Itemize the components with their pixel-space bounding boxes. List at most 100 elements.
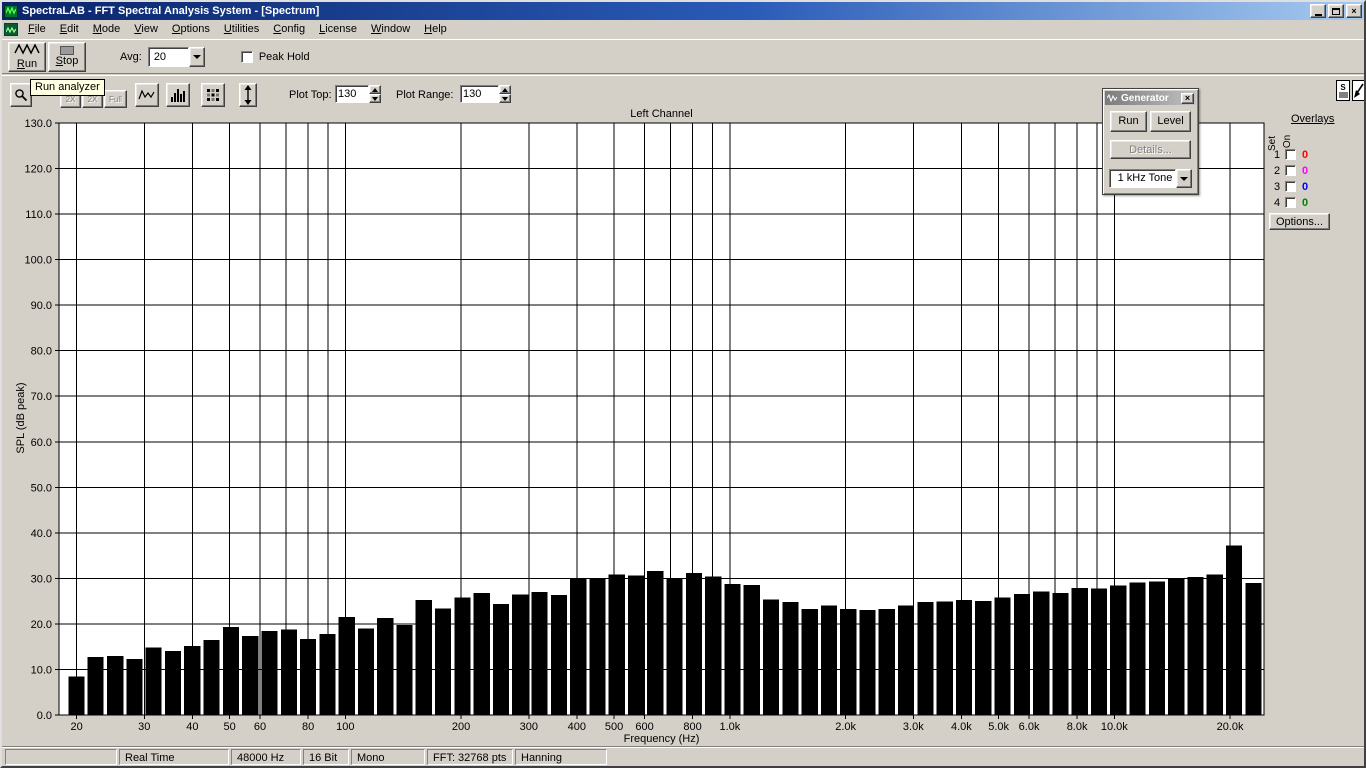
bar-plot-icon xyxy=(171,89,185,102)
run-waveform-icon xyxy=(14,43,40,58)
generator-signal-arrow[interactable] xyxy=(1176,169,1192,188)
generator-level-button[interactable]: Level xyxy=(1150,111,1191,132)
overlay-2-checkbox[interactable] xyxy=(1285,165,1296,176)
svg-text:300: 300 xyxy=(520,721,538,733)
svg-text:30.0: 30.0 xyxy=(31,573,52,585)
peak-hold-checkbox[interactable] xyxy=(240,50,253,63)
overlay-1-checkbox[interactable] xyxy=(1285,149,1296,160)
svg-text:100.0: 100.0 xyxy=(24,255,52,267)
avg-dropdown-value: 20 xyxy=(147,46,189,67)
title-bar: SpectraLAB - FFT Spectral Analysis Syste… xyxy=(2,2,1364,20)
svg-text:120.0: 120.0 xyxy=(24,164,52,176)
svg-text:400: 400 xyxy=(568,721,586,733)
overlays-on-header: On xyxy=(1282,134,1294,149)
overlay-4-checkbox[interactable] xyxy=(1285,197,1296,208)
spectrum-window-icon[interactable] xyxy=(4,23,18,36)
overlay-2-number: 2 xyxy=(1273,165,1281,177)
status-bit-depth: 16 Bit xyxy=(303,748,349,765)
avg-label: Avg: xyxy=(120,50,142,63)
svg-text:3.0k: 3.0k xyxy=(903,721,924,733)
svg-text:10.0: 10.0 xyxy=(31,664,52,676)
overlays-options-button[interactable]: Options... xyxy=(1269,213,1330,230)
spinner-down-icon[interactable] xyxy=(369,94,381,103)
plot-range-spinner[interactable] xyxy=(499,85,511,103)
menu-bar: File Edit Mode View Options Utilities Co… xyxy=(2,20,1364,39)
generator-title-bar[interactable]: Generator × xyxy=(1105,91,1196,105)
spectrum-view-button[interactable] xyxy=(166,83,190,107)
maximize-button[interactable] xyxy=(1328,4,1344,18)
svg-text:90.0: 90.0 xyxy=(31,300,52,312)
amplitude-scale-button[interactable] xyxy=(239,83,257,107)
svg-text:200: 200 xyxy=(452,721,470,733)
y-axis-label: SPL (dB peak) xyxy=(15,382,27,454)
app-window: SpectraLAB - FFT Spectral Analysis Syste… xyxy=(0,0,1366,768)
time-series-view-button[interactable] xyxy=(135,83,159,107)
chevron-down-icon xyxy=(192,54,201,59)
maximize-icon xyxy=(1332,7,1340,15)
stop-button[interactable]: Stop xyxy=(48,41,86,72)
overlay-3-checkbox[interactable] xyxy=(1285,181,1296,192)
minimize-icon xyxy=(1314,13,1322,16)
overlay-4-number: 4 xyxy=(1273,197,1281,209)
svg-text:50.0: 50.0 xyxy=(31,482,52,494)
svg-text:10.0k: 10.0k xyxy=(1101,721,1128,733)
svg-text:80: 80 xyxy=(302,721,314,733)
svg-text:2.0k: 2.0k xyxy=(835,721,856,733)
main-toolbar: Run Stop Avg: 20 Peak Hold xyxy=(2,39,1364,74)
zoom-tool-button[interactable] xyxy=(10,83,32,107)
menu-file[interactable]: File xyxy=(21,21,53,38)
svg-text:70.0: 70.0 xyxy=(31,391,52,403)
svg-text:Left Channel: Left Channel xyxy=(630,108,692,120)
close-button[interactable]: × xyxy=(1346,4,1362,18)
menu-config[interactable]: Config xyxy=(266,21,312,38)
spinner-up-icon[interactable] xyxy=(499,85,511,94)
plot-top-spinner[interactable] xyxy=(369,85,381,103)
spectrogram-view-button[interactable] xyxy=(201,83,225,107)
generator-details-button[interactable]: Details... xyxy=(1110,140,1191,159)
svg-text:60: 60 xyxy=(254,721,266,733)
menu-view[interactable]: View xyxy=(127,21,165,38)
plot-top-label: Plot Top: xyxy=(289,89,332,101)
svg-text:110.0: 110.0 xyxy=(25,209,52,221)
minimize-button[interactable] xyxy=(1310,4,1326,18)
close-icon: × xyxy=(1351,6,1357,16)
plot-range-label: Plot Range: xyxy=(396,89,454,101)
svg-text:30: 30 xyxy=(138,721,150,733)
generator-title: Generator xyxy=(1121,92,1169,104)
spinner-up-icon[interactable] xyxy=(369,85,381,94)
svg-text:1.0k: 1.0k xyxy=(719,721,740,733)
svg-text:100: 100 xyxy=(336,721,354,733)
svg-text:600: 600 xyxy=(635,721,653,733)
svg-text:80.0: 80.0 xyxy=(31,346,52,358)
menu-mode[interactable]: Mode xyxy=(86,21,128,38)
spinner-down-icon[interactable] xyxy=(499,94,511,103)
svg-text:20: 20 xyxy=(70,721,82,733)
menu-help[interactable]: Help xyxy=(417,21,454,38)
overlay-1-value: 0 xyxy=(1302,149,1309,161)
menu-utilities[interactable]: Utilities xyxy=(217,21,266,38)
overlay-4-value: 0 xyxy=(1302,197,1309,209)
generator-run-button[interactable]: Run xyxy=(1110,111,1147,132)
menu-options[interactable]: Options xyxy=(165,21,217,38)
chevron-down-icon xyxy=(1180,176,1188,181)
run-button[interactable]: Run xyxy=(8,41,46,72)
cursor-status-icon[interactable] xyxy=(1352,80,1364,101)
plot-top-input[interactable] xyxy=(335,85,369,103)
menu-edit[interactable]: Edit xyxy=(53,21,86,38)
svg-text:6.0k: 6.0k xyxy=(1019,721,1040,733)
window-title: SpectraLAB - FFT Spectral Analysis Syste… xyxy=(22,5,320,17)
signal-status-icon[interactable]: S xyxy=(1336,80,1350,101)
avg-dropdown[interactable]: 20 xyxy=(147,46,205,67)
generator-signal-dropdown[interactable]: 1 kHz Tone xyxy=(1109,169,1192,188)
app-icon[interactable] xyxy=(4,4,18,18)
zoom-full-button[interactable]: Full xyxy=(104,90,127,108)
status-mode: Real Time xyxy=(119,748,229,765)
menu-license[interactable]: License xyxy=(312,21,364,38)
close-icon: × xyxy=(1184,93,1191,103)
overlays-title[interactable]: Overlays xyxy=(1291,113,1334,125)
avg-dropdown-arrow[interactable] xyxy=(188,46,205,67)
plot-range-input[interactable] xyxy=(460,85,499,103)
run-button-label: Run xyxy=(16,58,38,70)
generator-close-button[interactable]: × xyxy=(1181,92,1194,104)
menu-window[interactable]: Window xyxy=(364,21,417,38)
